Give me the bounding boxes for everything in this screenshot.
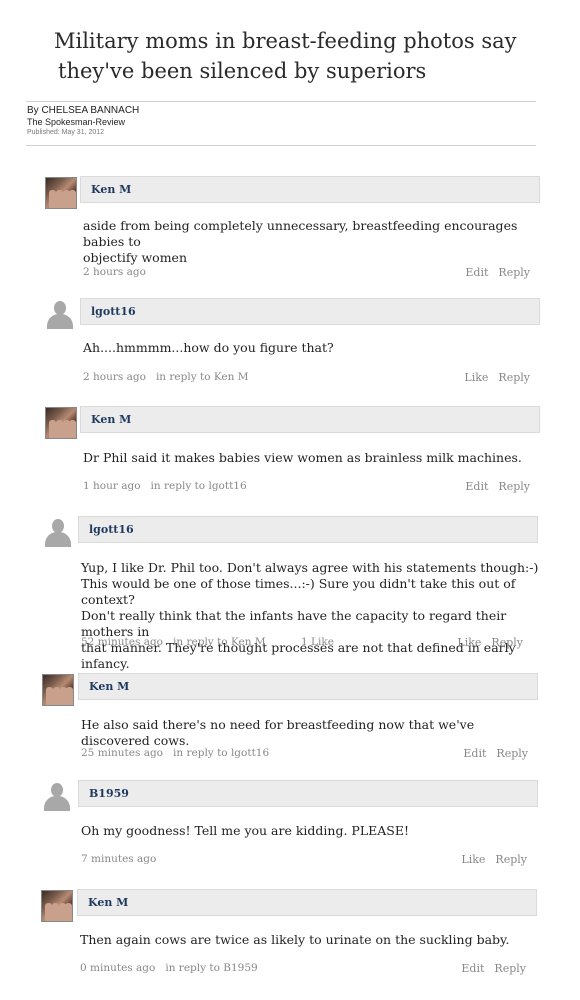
comment-body: Oh my goodness! Tell me you are kidding.…	[81, 823, 541, 839]
user-photo-avatar[interactable]	[45, 407, 77, 439]
comment-body: Then again cows are twice as likely to u…	[80, 932, 540, 948]
comment-body: Ah....hmmmm...how do you figure that?	[83, 340, 543, 356]
comment-timestamp[interactable]: 25 minutes ago	[81, 747, 163, 759]
comment-author-link[interactable]: lgott16	[91, 305, 136, 318]
in-reply-to-link[interactable]: in reply to lgott16	[173, 747, 269, 759]
like-button[interactable]: Like	[464, 371, 488, 384]
comment-body: Yup, I like Dr. Phil too. Don't always a…	[81, 560, 541, 672]
in-reply-to-link[interactable]: in reply to B1959	[165, 962, 257, 974]
publish-date: Published: May 31, 2012	[27, 129, 105, 136]
comment-text-line: Ah....hmmmm...how do you figure that?	[83, 340, 334, 355]
comment-author-link[interactable]: Ken M	[88, 896, 128, 909]
comment-header: Ken M	[80, 176, 540, 203]
headline-line-2: they've been silenced by superiors	[58, 59, 427, 83]
reply-button[interactable]: Reply	[491, 636, 523, 649]
comment-header: Ken M	[78, 673, 538, 700]
comment-header: lgott16	[78, 516, 538, 543]
meta-spacer	[146, 371, 156, 383]
comment-actions: Edit Reply	[455, 266, 530, 279]
comment-actions: Edit Reply	[453, 747, 528, 760]
comment-actions: Like Reply	[454, 371, 530, 384]
comment-author-link[interactable]: Ken M	[89, 680, 129, 693]
comment-author-link[interactable]: Ken M	[91, 183, 131, 196]
author-name: By CHELSEA BANNACH	[27, 105, 140, 116]
reply-button[interactable]: Reply	[495, 853, 527, 866]
byline-divider	[26, 145, 536, 146]
meta-spacer	[155, 962, 165, 974]
comment-text-line: Dr Phil said it makes babies view women …	[83, 450, 522, 465]
comment-text-line: Yup, I like Dr. Phil too. Don't always a…	[81, 560, 539, 575]
comment-meta: 25 minutes ago in reply to lgott16	[81, 747, 269, 759]
reply-button[interactable]: Reply	[494, 962, 526, 975]
edit-button[interactable]: Edit	[465, 266, 488, 279]
comment-text-line: Then again cows are twice as likely to u…	[80, 932, 510, 947]
edit-button[interactable]: Edit	[463, 747, 486, 760]
meta-spacer	[163, 636, 173, 648]
byline: By CHELSEA BANNACH The Spokesman-Review …	[27, 105, 139, 138]
comment-timestamp[interactable]: 7 minutes ago	[81, 853, 156, 865]
comment-timestamp[interactable]: 52 minutes ago	[81, 636, 163, 648]
like-count: 1 Like	[301, 636, 334, 648]
comment-body: aside from being completely unnecessary,…	[83, 218, 543, 266]
comment-body: He also said there's no need for breastf…	[81, 717, 541, 749]
user-photo-avatar[interactable]	[42, 674, 74, 706]
comment-author-link[interactable]: B1959	[89, 787, 129, 800]
comment-meta: 1 hour ago in reply to lgott16	[83, 480, 247, 492]
meta-spacer	[163, 747, 173, 759]
edit-button[interactable]: Edit	[461, 962, 484, 975]
reply-button[interactable]: Reply	[498, 266, 530, 279]
comment-actions: Edit Reply	[451, 962, 526, 975]
user-photo-avatar[interactable]	[41, 890, 73, 922]
in-reply-to-link[interactable]: in reply to Ken M	[173, 636, 266, 648]
publication-name: The Spokesman-Review	[27, 117, 126, 127]
article-headline: Military moms in breast-feeding photos s…	[54, 26, 524, 86]
comment-text-line: aside from being completely unnecessary,…	[83, 218, 518, 249]
comment-header: lgott16	[80, 298, 540, 325]
in-reply-to-link[interactable]: in reply to lgott16	[151, 480, 247, 492]
headline-line-1: Military moms in breast-feeding photos s…	[54, 29, 517, 53]
edit-button[interactable]: Edit	[465, 480, 488, 493]
comment-body: Dr Phil said it makes babies view women …	[83, 450, 543, 466]
comment-text-line: Oh my goodness! Tell me you are kidding.…	[81, 823, 410, 838]
comment-timestamp[interactable]: 2 hours ago	[83, 266, 146, 278]
comment-header: Ken M	[77, 889, 537, 916]
comment-meta: 2 hours ago	[83, 266, 146, 278]
comment-timestamp[interactable]: 2 hours ago	[83, 371, 146, 383]
user-photo-avatar[interactable]	[45, 177, 77, 209]
comment-author-link[interactable]: Ken M	[91, 413, 131, 426]
reply-button[interactable]: Reply	[498, 480, 530, 493]
comment-meta: 0 minutes ago in reply to B1959	[80, 962, 258, 974]
like-button[interactable]: Like	[461, 853, 485, 866]
comment-actions: Edit Reply	[455, 480, 530, 493]
header-divider	[26, 101, 536, 102]
comment-timestamp[interactable]: 1 hour ago	[83, 480, 141, 492]
comment-meta: 2 hours ago in reply to Ken M	[83, 371, 248, 383]
comment-meta: 52 minutes ago in reply to Ken M	[81, 636, 266, 648]
reply-button[interactable]: Reply	[496, 747, 528, 760]
comment-author-link[interactable]: lgott16	[89, 523, 134, 536]
comment-actions: Like Reply	[451, 853, 527, 866]
comment-text-line: objectify women	[83, 250, 188, 265]
default-user-icon[interactable]	[45, 299, 75, 329]
comment-text-line: He also said there's no need for breastf…	[81, 717, 475, 748]
reply-button[interactable]: Reply	[498, 371, 530, 384]
comment-meta: 7 minutes ago	[81, 853, 156, 865]
comment-header: B1959	[78, 780, 538, 807]
meta-spacer	[141, 480, 151, 492]
comment-actions: Like Reply	[447, 636, 523, 649]
comment-header: Ken M	[80, 406, 540, 433]
like-button[interactable]: Like	[457, 636, 481, 649]
in-reply-to-link[interactable]: in reply to Ken M	[156, 371, 249, 383]
default-user-icon[interactable]	[42, 781, 72, 811]
comment-timestamp[interactable]: 0 minutes ago	[80, 962, 155, 974]
comment-text-line: This would be one of those times...:-) S…	[81, 576, 516, 607]
default-user-icon[interactable]	[43, 517, 73, 547]
